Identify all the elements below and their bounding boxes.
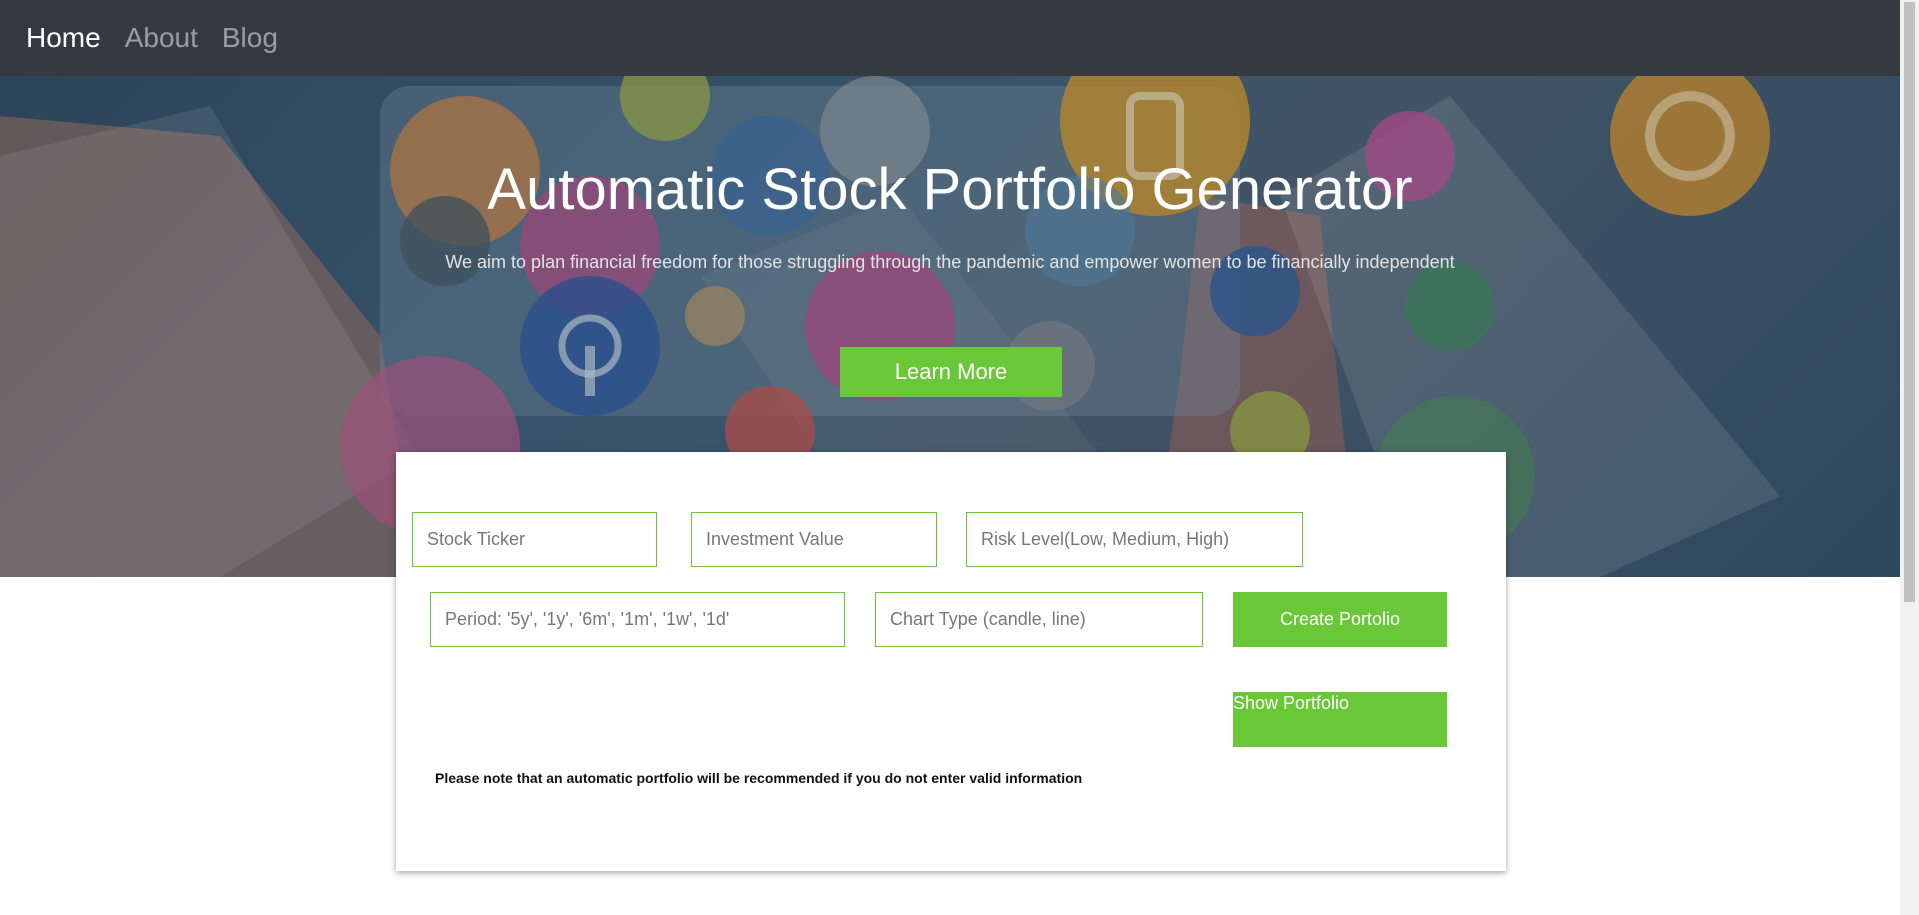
page-title: Automatic Stock Portfolio Generator — [487, 157, 1413, 222]
validation-note: Please note that an automatic portfolio … — [435, 770, 1083, 786]
investment-value-input[interactable] — [691, 512, 937, 567]
show-portfolio-label: Show Portfolio — [1233, 693, 1350, 713]
scrollbar-thumb[interactable] — [1904, 2, 1915, 602]
show-portfolio-button[interactable]: Show Portfolio — [1233, 692, 1447, 747]
period-input[interactable] — [430, 592, 845, 647]
portfolio-form-card: Create Portolio Show Portfolio Please no… — [396, 452, 1506, 871]
nav-blog-link[interactable]: Blog — [222, 22, 278, 54]
risk-level-input[interactable] — [966, 512, 1303, 567]
chart-type-input[interactable] — [875, 592, 1203, 647]
nav-about-link[interactable]: About — [125, 22, 198, 54]
vertical-scrollbar[interactable] — [1900, 0, 1919, 915]
hero-subtitle: We aim to plan financial freedom for tho… — [445, 252, 1455, 272]
learn-more-button[interactable]: Learn More — [840, 347, 1062, 397]
nav-home-link[interactable]: Home — [26, 22, 101, 54]
stock-ticker-input[interactable] — [412, 512, 657, 567]
create-portfolio-button[interactable]: Create Portolio — [1233, 592, 1447, 647]
navbar: Home About Blog — [0, 0, 1900, 76]
